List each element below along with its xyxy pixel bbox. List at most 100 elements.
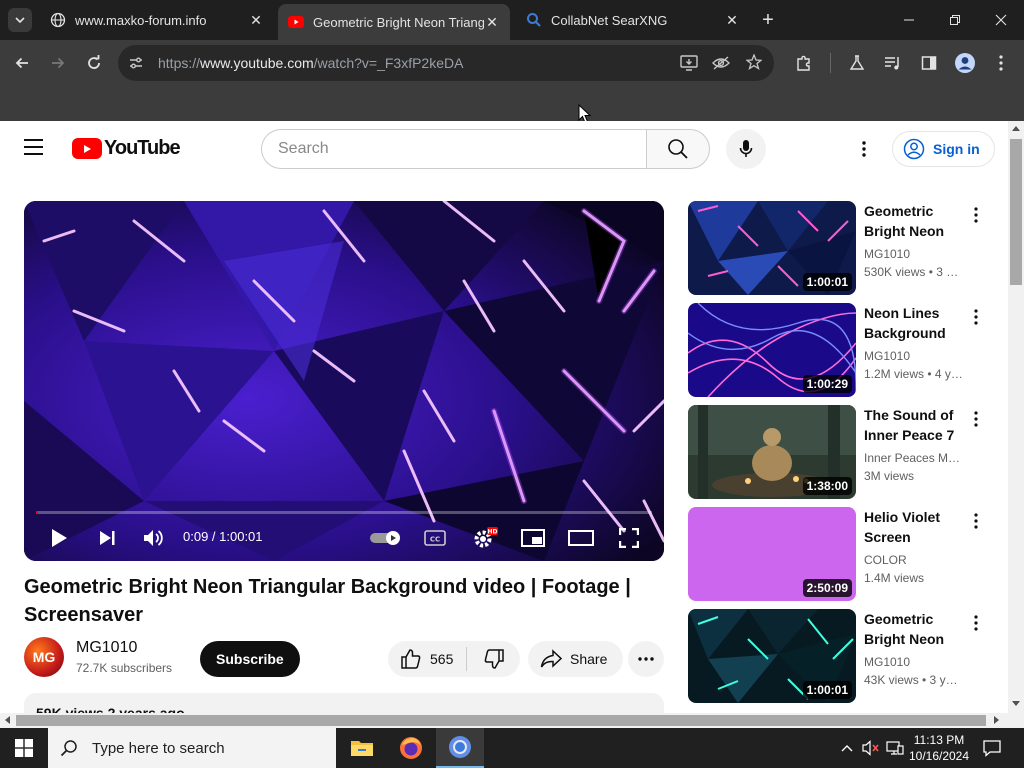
extensions-button[interactable] — [792, 51, 816, 75]
profile-button[interactable] — [953, 51, 977, 75]
dislike-button[interactable] — [467, 641, 520, 677]
video-thumbnail[interactable]: 2:50:09 — [688, 507, 856, 601]
recommendation-item[interactable]: 1:00:01 Geometric Bright Neon Triangular… — [688, 609, 1000, 703]
next-button[interactable] — [92, 523, 122, 553]
like-button[interactable]: 565 — [388, 641, 466, 677]
notifications-button[interactable] — [980, 728, 1004, 768]
back-button[interactable] — [10, 51, 34, 75]
tab-search-button[interactable] — [8, 8, 32, 32]
recommendation-title[interactable]: Helio Violet Screen — [864, 507, 964, 547]
channel-name[interactable]: MG1010 — [76, 639, 137, 657]
theater-mode-button[interactable] — [566, 523, 596, 553]
video-player[interactable]: 0:09 / 1:00:01 CC HD — [24, 201, 664, 561]
forward-button[interactable] — [46, 51, 70, 75]
volume-tray-button[interactable] — [860, 728, 882, 768]
tab-youtube-video[interactable]: Geometric Bright Neon Triangular Backgro… — [278, 4, 510, 40]
tab-searxng[interactable]: CollabNet SearXNG ✕ — [516, 4, 750, 36]
recommendation-title[interactable]: Geometric Bright Neon Triangular Backgro… — [864, 201, 964, 241]
horizontal-scrollbar[interactable] — [0, 713, 1024, 728]
recommendation-item[interactable]: 2:50:09 Helio Violet Screen COLOR 1.4M v… — [688, 507, 1000, 601]
restore-button[interactable] — [932, 0, 978, 40]
sign-in-button[interactable]: Sign in — [892, 131, 995, 167]
recommendation-title[interactable]: Geometric Bright Neon Triangular Backgro… — [864, 609, 964, 649]
voice-search-button[interactable] — [726, 129, 766, 169]
guide-menu-button[interactable] — [24, 139, 48, 159]
scroll-down-arrow-icon[interactable] — [1012, 701, 1020, 707]
firefox-app[interactable] — [387, 728, 435, 768]
recommendation-menu-button[interactable] — [964, 203, 988, 227]
close-icon — [995, 14, 1007, 26]
share-button[interactable]: Share — [528, 641, 624, 677]
taskbar-clock[interactable]: 11:13 PM 10/16/2024 — [906, 732, 972, 764]
tracking-protection-icon[interactable] — [712, 55, 730, 76]
show-hidden-icons-button[interactable] — [836, 728, 858, 768]
recommendation-item[interactable]: 1:38:00 The Sound of Inner Peace 7 ... I… — [688, 405, 1000, 499]
reload-button[interactable] — [82, 51, 106, 75]
play-button[interactable] — [44, 523, 74, 553]
youtube-logo[interactable]: YouTube — [72, 137, 181, 160]
video-thumbnail[interactable]: 1:38:00 — [688, 405, 856, 499]
file-explorer-app[interactable] — [338, 728, 386, 768]
recommendation-menu-button[interactable] — [964, 305, 988, 329]
video-duration: 1:38:00 — [802, 477, 852, 495]
recommendation-title[interactable]: The Sound of Inner Peace 7 ... — [864, 405, 964, 445]
install-app-icon[interactable] — [680, 55, 698, 76]
network-tray-button[interactable] — [884, 728, 906, 768]
miniplayer-button[interactable] — [518, 523, 548, 553]
video-thumbnail[interactable]: 1:00:29 — [688, 303, 856, 397]
autoplay-toggle[interactable] — [366, 523, 406, 553]
close-icon[interactable]: ✕ — [484, 14, 500, 30]
video-thumbnail[interactable]: 1:00:01 — [688, 201, 856, 295]
vertical-scroll-thumb[interactable] — [1010, 139, 1022, 285]
firefox-icon — [400, 737, 422, 759]
subscribe-button[interactable]: Subscribe — [200, 641, 300, 677]
recommendation-menu-button[interactable] — [964, 611, 988, 635]
minimize-button[interactable] — [886, 0, 932, 40]
scroll-up-arrow-icon[interactable] — [1012, 125, 1020, 131]
recommendation-menu-button[interactable] — [964, 509, 988, 533]
channel-avatar[interactable]: MG — [24, 637, 64, 677]
search-button[interactable] — [646, 129, 710, 169]
horizontal-scroll-thumb[interactable] — [16, 715, 986, 726]
recommendation-channel[interactable]: Inner Peaces Music — [864, 451, 964, 465]
new-tab-button[interactable]: + — [756, 8, 780, 32]
chrome-app[interactable] — [436, 728, 484, 768]
start-button[interactable] — [0, 728, 48, 768]
recommendation-menu-button[interactable] — [964, 407, 988, 431]
site-settings-icon[interactable] — [128, 55, 144, 76]
close-icon[interactable]: ✕ — [724, 12, 740, 28]
settings-more-button[interactable] — [852, 137, 876, 161]
tab-maxko-forum[interactable]: www.maxko-forum.info ✕ — [40, 4, 274, 36]
taskbar-search-box[interactable]: Type here to search — [48, 728, 336, 768]
more-vertical-icon — [999, 55, 1003, 71]
more-actions-button[interactable] — [628, 641, 664, 677]
side-panel-button[interactable] — [917, 51, 941, 75]
video-thumbnail[interactable]: 1:00:01 — [688, 609, 856, 703]
labs-button[interactable] — [845, 51, 869, 75]
scroll-left-arrow-icon[interactable] — [4, 716, 10, 724]
recommendation-channel[interactable]: COLOR — [864, 553, 964, 567]
bookmark-star-icon[interactable] — [745, 53, 763, 75]
recommendation-item[interactable]: 1:00:01 Geometric Bright Neon Triangular… — [688, 201, 1000, 295]
vertical-scrollbar[interactable] — [1008, 121, 1024, 713]
scroll-right-arrow-icon[interactable] — [994, 716, 1000, 724]
address-bar[interactable]: https://www.youtube.com/watch?v=_F3xfP2k… — [118, 45, 774, 81]
media-controls-button[interactable] — [881, 51, 905, 75]
fullscreen-button[interactable] — [614, 523, 644, 553]
search-input[interactable] — [262, 130, 647, 168]
closed-captions-icon: CC — [424, 530, 446, 546]
browser-menu-button[interactable] — [989, 51, 1013, 75]
subtitles-button[interactable]: CC — [422, 523, 448, 553]
recommendation-channel[interactable]: MG1010 — [864, 655, 964, 669]
recommendation-title[interactable]: Neon Lines Background video — [864, 303, 964, 343]
description-box[interactable]: 59K views 2 years ago — [24, 693, 664, 713]
like-count: 565 — [430, 651, 454, 667]
close-window-button[interactable] — [978, 0, 1024, 40]
video-progress-bar[interactable] — [36, 511, 652, 514]
settings-button[interactable]: HD — [470, 523, 500, 553]
recommendation-item[interactable]: 1:00:29 Neon Lines Background video MG10… — [688, 303, 1000, 397]
recommendation-channel[interactable]: MG1010 — [864, 349, 964, 363]
recommendation-channel[interactable]: MG1010 — [864, 247, 964, 261]
close-icon[interactable]: ✕ — [248, 12, 264, 28]
mute-button[interactable] — [138, 523, 168, 553]
